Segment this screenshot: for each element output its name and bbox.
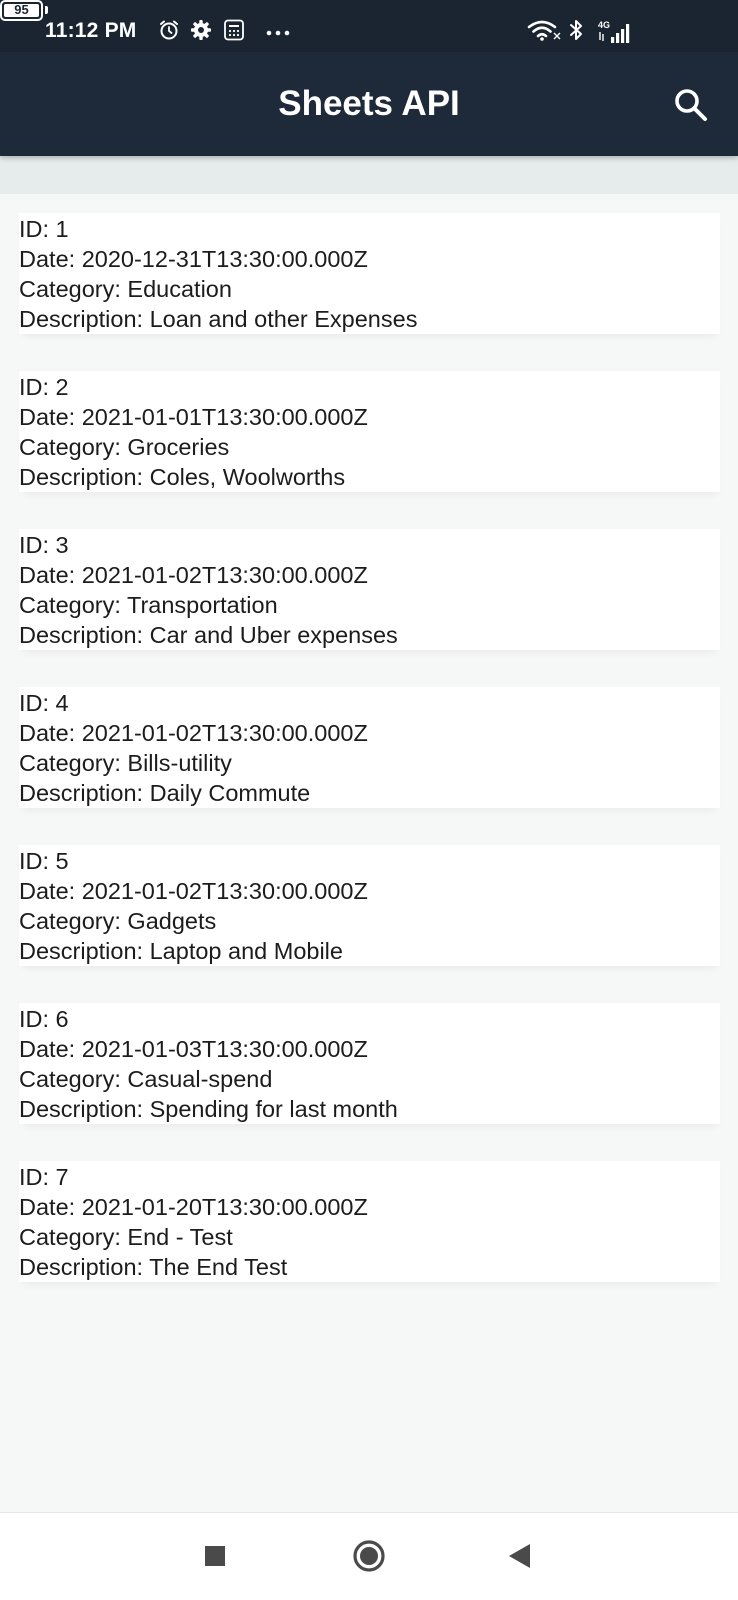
more-notifications-icon xyxy=(266,30,290,36)
recents-button[interactable] xyxy=(185,1513,245,1600)
status-time: 11:12 PM xyxy=(45,19,137,42)
record-card[interactable]: ID: 7 Date: 2021-01-20T13:30:00.000Z Cat… xyxy=(19,1161,720,1282)
record-card[interactable]: ID: 2 Date: 2021-01-01T13:30:00.000Z Cat… xyxy=(19,371,720,492)
record-category: Category: Education xyxy=(19,276,232,302)
record-description: Description: The End Test xyxy=(19,1254,288,1280)
record-description: Description: Coles, Woolworths xyxy=(19,464,346,490)
search-icon xyxy=(675,89,707,121)
record-id: ID: 6 xyxy=(19,1006,69,1032)
back-triangle-icon xyxy=(509,1544,530,1568)
record-category: Category: Bills-utility xyxy=(19,750,232,776)
list-header-band xyxy=(0,156,738,194)
settings-gear-icon xyxy=(191,20,211,40)
record-id: ID: 5 xyxy=(19,848,69,874)
home-button[interactable] xyxy=(339,1513,399,1600)
record-id: ID: 1 xyxy=(19,216,69,242)
record-date: Date: 2021-01-02T13:30:00.000Z xyxy=(19,878,368,904)
record-description: Description: Daily Commute xyxy=(19,780,311,806)
record-card[interactable]: ID: 3 Date: 2021-01-02T13:30:00.000Z Cat… xyxy=(19,529,720,650)
calculator-icon xyxy=(224,19,244,41)
record-category: Category: End - Test xyxy=(19,1224,233,1250)
records-list: ID: 1 Date: 2020-12-31T13:30:00.000Z Cat… xyxy=(19,213,720,1319)
record-date: Date: 2021-01-01T13:30:00.000Z xyxy=(19,404,368,430)
record-category: Category: Groceries xyxy=(19,434,230,460)
record-id: ID: 4 xyxy=(19,690,69,716)
page-title: Sheets API xyxy=(278,84,460,123)
alarm-icon xyxy=(160,20,178,40)
search-button[interactable] xyxy=(671,85,711,125)
record-date: Date: 2021-01-02T13:30:00.000Z xyxy=(19,562,368,588)
record-description: Description: Spending for last month xyxy=(19,1096,398,1122)
record-id: ID: 2 xyxy=(19,374,69,400)
record-description: Description: Car and Uber expenses xyxy=(19,622,398,648)
record-card[interactable]: ID: 5 Date: 2021-01-02T13:30:00.000Z Cat… xyxy=(19,845,720,966)
wifi-icon xyxy=(527,20,561,41)
recents-square-icon xyxy=(205,1546,225,1566)
record-date: Date: 2021-01-02T13:30:00.000Z xyxy=(19,720,368,746)
network-type-label: 4G xyxy=(598,20,610,30)
record-id: ID: 7 xyxy=(19,1164,69,1190)
record-id: ID: 3 xyxy=(19,532,69,558)
record-description: Description: Loan and other Expenses xyxy=(19,306,418,332)
record-card[interactable]: ID: 4 Date: 2021-01-02T13:30:00.000Z Cat… xyxy=(19,687,720,808)
record-date: Date: 2021-01-03T13:30:00.000Z xyxy=(19,1036,368,1062)
home-circle-icon xyxy=(353,1540,385,1572)
record-card[interactable]: ID: 1 Date: 2020-12-31T13:30:00.000Z Cat… xyxy=(19,213,720,334)
record-category: Category: Transportation xyxy=(19,592,278,618)
record-card[interactable]: ID: 6 Date: 2021-01-03T13:30:00.000Z Cat… xyxy=(19,1003,720,1124)
cellular-signal-icon: 4G xyxy=(598,20,630,43)
record-date: Date: 2020-12-31T13:30:00.000Z xyxy=(19,246,368,272)
status-bar: 11:12 PM 4G 95 xyxy=(0,0,738,52)
app-bar: Sheets API xyxy=(0,52,738,156)
bluetooth-icon xyxy=(570,20,582,40)
record-date: Date: 2021-01-20T13:30:00.000Z xyxy=(19,1194,368,1220)
back-button[interactable] xyxy=(490,1513,550,1600)
battery-indicator: 95 xyxy=(0,0,48,22)
record-description: Description: Laptop and Mobile xyxy=(19,938,343,964)
record-category: Category: Casual-spend xyxy=(19,1066,273,1092)
battery-level: 95 xyxy=(14,2,29,17)
system-navigation-bar xyxy=(0,1512,738,1600)
record-category: Category: Gadgets xyxy=(19,908,217,934)
